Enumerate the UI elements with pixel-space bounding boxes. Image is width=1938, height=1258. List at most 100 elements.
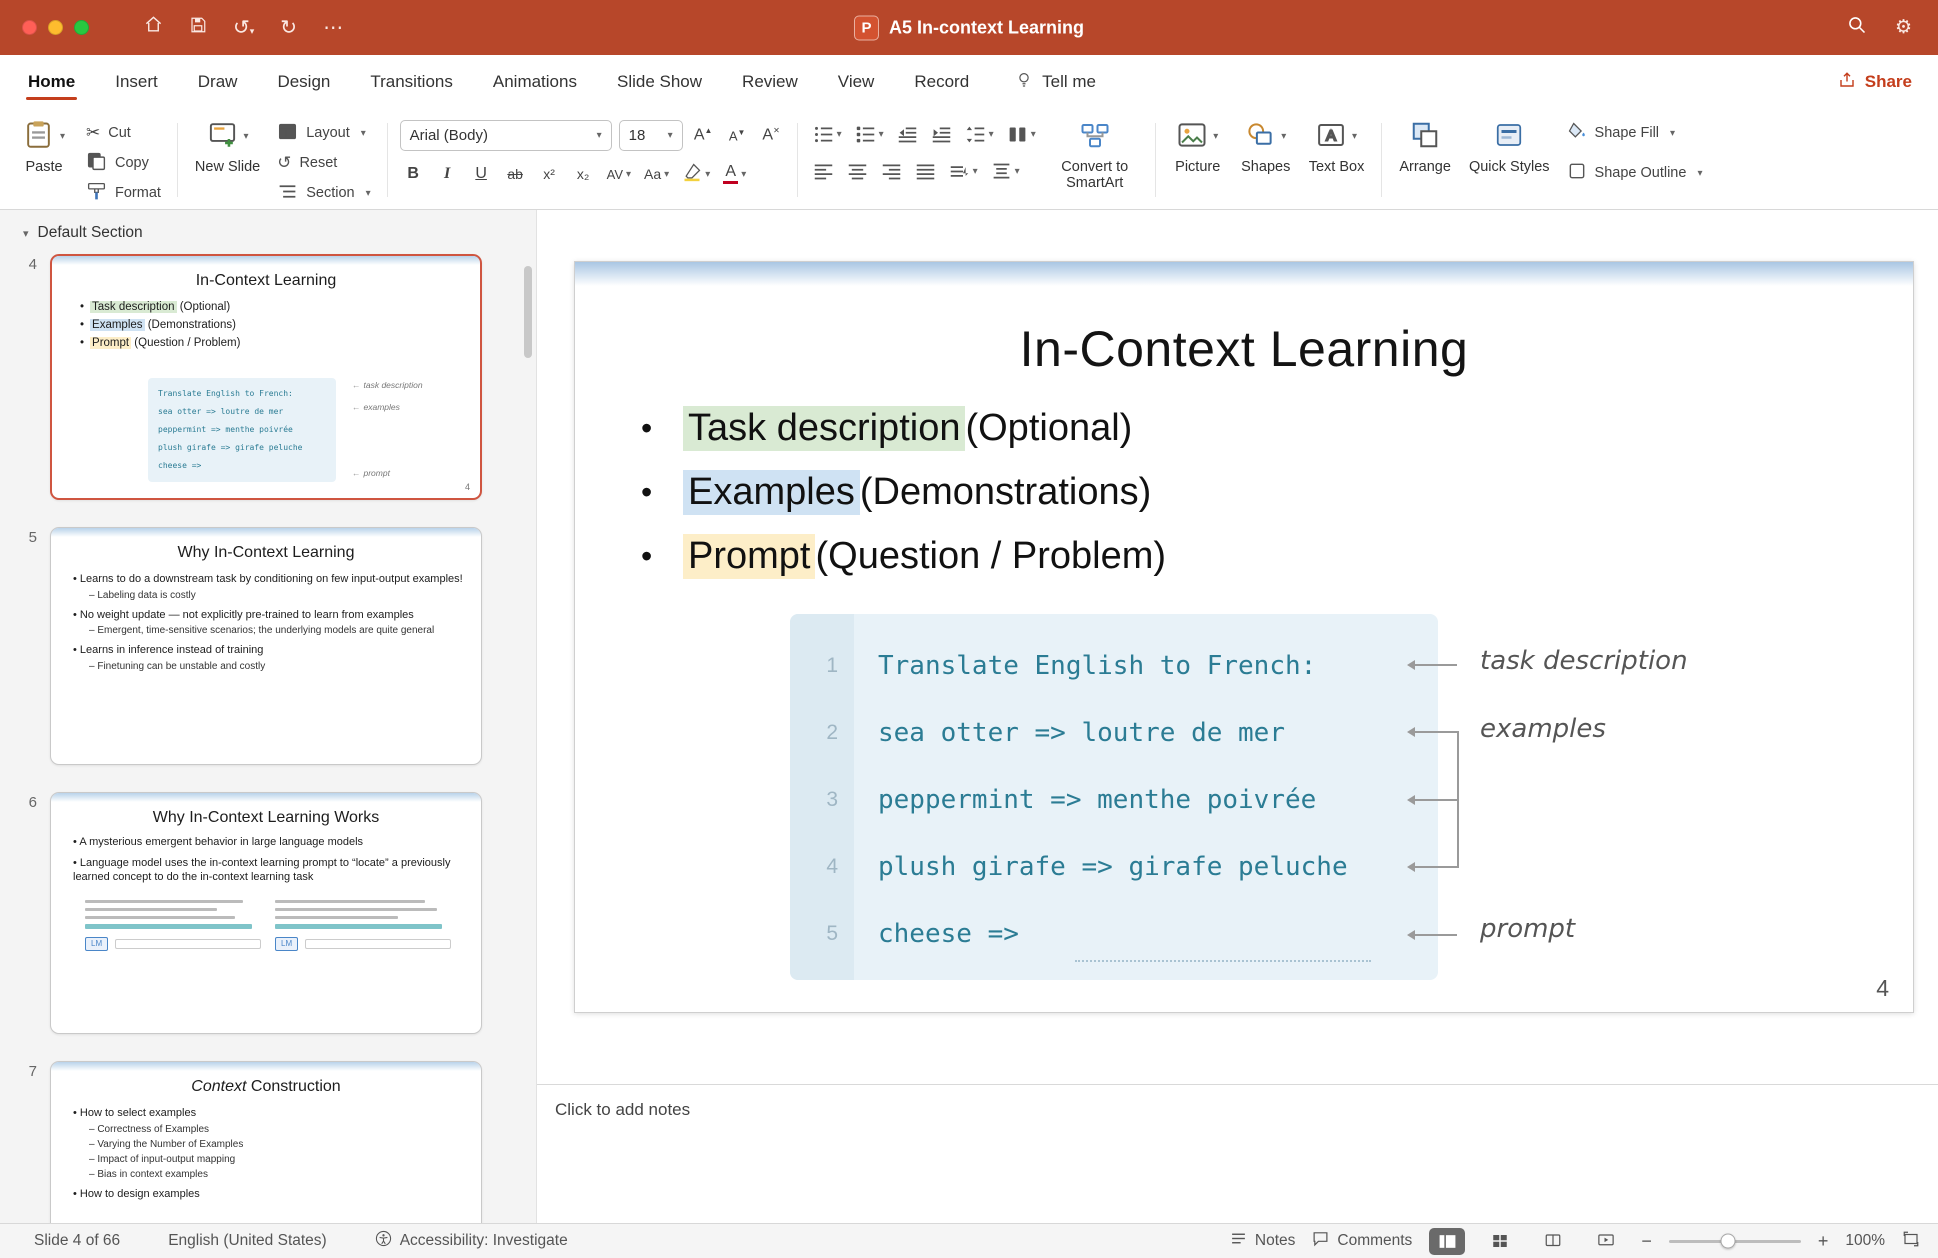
paste-button[interactable]: ▾ Paste [14,115,74,178]
quick-styles-button[interactable]: Quick Styles [1464,115,1555,178]
increase-indent-button[interactable] [928,120,955,148]
search-icon[interactable] [1847,15,1867,40]
shape-outline-button[interactable]: Shape Outline ▾ [1563,160,1707,186]
tab-draw[interactable]: Draw [196,57,240,107]
tab-review[interactable]: Review [740,57,800,107]
thumbnail-bullets: • How to select examples – Correctness o… [73,1107,244,1201]
minimize-window-button[interactable] [48,20,63,35]
save-icon[interactable] [189,16,207,40]
thumbnail-title: Why In-Context Learning Works [152,809,380,826]
zoom-in-button[interactable]: + [1818,1231,1829,1252]
format-painter-button[interactable]: Format [82,180,165,206]
convert-to-smartart-button[interactable]: Convert to SmartArt [1047,115,1143,194]
more-commands-icon[interactable]: ⋯ [323,18,343,38]
zoom-window-button[interactable] [74,20,89,35]
section-button[interactable]: Section ▾ [273,180,374,206]
chevron-down-icon: ▾ [1352,131,1358,143]
shape-fill-button[interactable]: Shape Fill ▾ [1563,120,1707,146]
text-box-button[interactable]: A ▾ Text Box [1304,115,1370,178]
reset-button[interactable]: ↺ Reset [273,150,374,176]
clipboard-icon [23,119,54,154]
sidebar-scrollbar[interactable] [524,266,532,358]
chevron-down-icon: ▾ [741,168,747,180]
line-spacing-button[interactable]: ▾ [962,120,997,148]
slide-4-thumbnail[interactable]: In-Context Learning • Task description (O… [50,254,482,500]
normal-view-button[interactable] [1429,1227,1466,1255]
tab-slide-show[interactable]: Slide Show [615,57,704,107]
cut-button[interactable]: ✂ Cut [82,120,165,146]
text-direction-button[interactable]: ▾ [946,157,981,185]
notes-pane[interactable]: Click to add notes [537,1084,1938,1223]
slide-bullet-list[interactable]: • Task description (Optional) • Examples (… [641,396,1166,588]
tab-view[interactable]: View [836,57,877,107]
close-window-button[interactable] [22,20,37,35]
tab-animations[interactable]: Animations [491,57,579,107]
align-left-button[interactable] [810,157,837,185]
slide-7-thumbnail[interactable]: Context Construction • How to select exa… [50,1061,482,1223]
strikethrough-button[interactable]: ab [502,160,529,188]
reading-view-button[interactable] [1535,1228,1571,1255]
increase-font-size-button[interactable]: A▲ [690,122,717,150]
settings-icon[interactable]: ⚙ [1895,18,1912,37]
columns-icon [1009,127,1026,141]
slide-counter[interactable]: Slide 4 of 66 [34,1232,120,1250]
change-case-button[interactable]: Aa ▾ [641,160,672,188]
text-highlight-button[interactable]: ▾ [679,160,713,188]
chevron-down-icon: ▾ [1030,128,1036,140]
fit-slide-button[interactable] [1902,1230,1920,1253]
justify-button[interactable] [912,157,939,185]
home-icon[interactable] [144,15,163,40]
copy-button[interactable]: Copy [82,150,165,176]
character-spacing-button[interactable]: AV ▾ [604,160,634,188]
slideshow-button[interactable] [1588,1228,1624,1255]
tab-insert[interactable]: Insert [113,57,160,107]
zoom-slider-thumb[interactable] [1720,1233,1736,1249]
font-color-button[interactable]: A ▾ [720,160,749,188]
slide-sorter-view-button[interactable] [1482,1228,1518,1255]
align-right-button[interactable] [878,157,905,185]
bulleted-list-button[interactable]: ▾ [810,120,845,148]
align-text-button[interactable]: ▾ [988,157,1023,185]
zoom-slider[interactable] [1668,1233,1801,1249]
decrease-font-size-button[interactable]: A▼ [724,122,751,150]
arrange-button[interactable]: Arrange [1394,115,1456,178]
comments-toggle-button[interactable]: Comments [1312,1230,1412,1252]
slide-page-number: 4 [1876,975,1889,1001]
tab-design[interactable]: Design [275,57,332,107]
decrease-indent-button[interactable] [894,120,921,148]
picture-button[interactable]: ▾ Picture [1168,115,1228,178]
new-slide-button[interactable]: ▾ New Slide [190,115,265,178]
share-button[interactable]: Share [1838,71,1912,94]
tab-transitions[interactable]: Transitions [368,57,455,107]
zoom-level[interactable]: 100% [1845,1232,1885,1250]
undo-icon[interactable]: ↺▾ [233,18,254,38]
language-selector[interactable]: English (United States) [168,1232,327,1250]
code-example-block[interactable]: 1 Translate English to French: 2 sea otter… [790,614,1438,980]
layout-button[interactable]: Layout ▾ [273,120,374,146]
slide-title[interactable]: In-Context Learning [575,320,1913,378]
underline-button[interactable]: U [468,160,495,188]
tab-record[interactable]: Record [912,57,971,107]
bold-button[interactable]: B [400,160,427,188]
tab-home[interactable]: Home [26,57,78,107]
redo-icon[interactable]: ↻ [280,18,297,38]
superscript-button[interactable]: x² [536,160,563,188]
section-icon [277,181,298,206]
align-center-button[interactable] [844,157,871,185]
font-name-select[interactable]: Arial (Body) ▾ [399,120,612,151]
notes-toggle-button[interactable]: Notes [1230,1230,1295,1252]
font-size-select[interactable]: 18 ▾ [618,120,683,151]
zoom-out-button[interactable]: − [1641,1231,1652,1252]
clear-formatting-button[interactable]: A✕ [758,122,785,150]
current-slide[interactable]: In-Context Learning • Task description (O… [574,261,1914,1013]
accessibility-status[interactable]: Accessibility: Investigate [375,1230,568,1252]
slide-5-thumbnail[interactable]: Why In-Context Learning • Learns to do a… [50,527,482,765]
subscript-button[interactable]: x₂ [570,160,597,188]
columns-button[interactable]: ▾ [1004,120,1039,148]
numbered-list-button[interactable]: ▾ [852,120,887,148]
tell-me-button[interactable]: Tell me [1015,71,1096,94]
section-header[interactable]: ▾ Default Section [0,216,536,254]
slide-6-thumbnail[interactable]: Why In-Context Learning Works • A myster… [50,792,482,1034]
italic-button[interactable]: I [434,160,461,188]
shapes-button[interactable]: ▾ Shapes [1236,115,1296,178]
